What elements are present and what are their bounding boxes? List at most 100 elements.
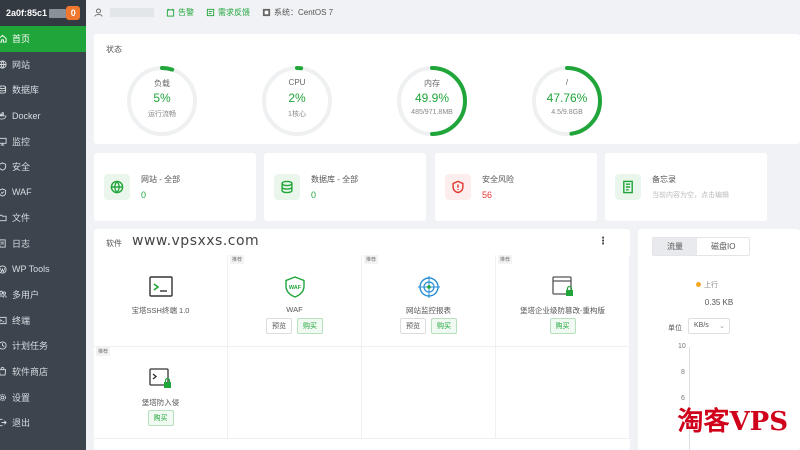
monitor-icon — [0, 137, 7, 146]
feedback-icon — [206, 8, 215, 16]
status-title: 状态 — [106, 45, 122, 54]
sidebar: 2a0f:85c1 0 首页网站数据库 Docker 监控安全 WAF 文件 日志 WP T… — [0, 0, 86, 450]
software-name: WAF — [286, 305, 303, 314]
info-card-title: 网站 - 全部 — [141, 175, 181, 184]
status-gauge[interactable]: 内存 49.9% 485/971.8MB — [395, 64, 469, 138]
user-icon — [94, 8, 103, 17]
software-cell[interactable]: 推荐 网站监控报表 预览 购买 — [362, 255, 496, 347]
info-card-value: 0 — [141, 190, 147, 200]
feedback-link[interactable]: 需求反馈 — [206, 7, 250, 18]
sidebar-item-label: 首页 — [12, 34, 31, 45]
sidebar-item-label: 数据库 — [12, 85, 40, 96]
gauge-value: 49.9% — [414, 91, 450, 105]
sidebar-item[interactable]: Docker — [0, 103, 86, 129]
sidebar-item[interactable]: 计划任务 — [0, 333, 86, 359]
software-grid: 宝塔SSH终端 1.0 推荐 WAF WAF 预览 购买 推荐 网站监控报表 预览 购买 推荐 堡塔企… — [94, 255, 630, 450]
sidebar-item[interactable]: WP Tools — [0, 256, 86, 282]
gauge-label: 内存 — [424, 79, 440, 88]
upload-rate: 0.35 KB — [704, 298, 734, 307]
system-icon — [262, 8, 271, 16]
gauge-sub: 485/971.8MB — [411, 109, 453, 116]
software-cell[interactable]: 推荐 WAF WAF 预览 购买 — [228, 255, 362, 347]
sidebar-item[interactable]: 首页 — [0, 26, 86, 52]
globe-icon — [0, 60, 7, 69]
software-name: 网站监控报表 — [406, 306, 451, 315]
terminal-icon — [148, 275, 173, 299]
software-actions: 预览 购买 — [228, 318, 361, 334]
software-cell[interactable]: 推荐堡塔企业级防篡改-重构版购买 — [496, 255, 630, 347]
software-cell[interactable]: 推荐 堡塔防入侵 购买 — [94, 347, 228, 439]
store-icon — [0, 367, 7, 376]
preview-button[interactable]: 预览 — [266, 318, 292, 334]
software-name: 堡塔企业级防篡改-重构版 — [520, 306, 605, 315]
alarm-link[interactable]: 告警 — [166, 7, 194, 18]
gauge-label: / — [565, 78, 569, 87]
info-card-value: 0 — [311, 190, 317, 200]
more-menu-icon[interactable]: ⋮ — [598, 236, 608, 247]
unit-value: KB/s — [694, 322, 709, 329]
globe-icon — [104, 174, 130, 200]
preview-button[interactable]: 预览 — [400, 318, 426, 334]
software-cell[interactable]: 宝塔SSH终端 1.0 — [94, 255, 228, 347]
tab-disk-io[interactable]: 磁盘IO — [697, 238, 749, 255]
tab-traffic[interactable]: 流量 — [653, 238, 697, 255]
sidebar-item[interactable]: 多用户 — [0, 282, 86, 308]
memo-icon — [615, 174, 641, 200]
terminal-icon — [0, 316, 7, 325]
sidebar-item[interactable]: 安全 — [0, 154, 86, 180]
sidebar-item-label: WAF — [12, 187, 32, 198]
gauge-sub: 运行流畅 — [148, 111, 176, 118]
redacted-block — [49, 8, 67, 18]
sidebar-item[interactable]: 终端 — [0, 308, 86, 334]
gear-icon — [0, 393, 7, 402]
sidebar-item[interactable]: 软件商店 — [0, 359, 86, 385]
sidebar-item[interactable]: 日志 — [0, 231, 86, 257]
sidebar-item-label: 网站 — [12, 59, 31, 70]
intrusion-icon — [148, 367, 173, 391]
info-card-title: 安全风险 — [482, 175, 514, 184]
notification-badge[interactable]: 0 — [66, 6, 80, 20]
sidebar-item[interactable]: 网站 — [0, 52, 86, 78]
sidebar-item[interactable]: 监控 — [0, 128, 86, 154]
redacted-username — [110, 7, 154, 17]
waf-icon — [0, 188, 7, 197]
topbar: 告警 需求反馈 系统：CentOS 7 — [94, 0, 800, 24]
status-gauge[interactable]: CPU 2% 1核心 — [260, 64, 334, 138]
sidebar-item[interactable]: 文件 — [0, 205, 86, 231]
sidebar-item[interactable]: 退出 — [0, 410, 86, 436]
recommend-tag: 推荐 — [498, 255, 513, 264]
software-actions: 购买 — [94, 410, 227, 426]
gauge-label: 负载 — [154, 79, 170, 88]
sidebar-item[interactable]: 数据库 — [0, 77, 86, 103]
gauge-sub: 1核心 — [288, 111, 306, 118]
upload-legend-label[interactable]: 上行 — [704, 280, 718, 290]
sidebar-item-label: Docker — [12, 110, 41, 121]
docker-icon — [0, 111, 7, 120]
upload-legend-dot — [696, 282, 701, 287]
info-card[interactable]: 数据库 - 全部 0 — [264, 153, 426, 221]
status-gauge[interactable]: 负载 5% 运行流畅 — [125, 64, 199, 138]
info-card[interactable]: 安全风险 56 — [435, 153, 597, 221]
sidebar-item[interactable]: WAF — [0, 180, 86, 206]
buy-button[interactable]: 购买 — [549, 318, 576, 334]
info-card[interactable]: 网站 - 全部 0 — [94, 153, 256, 221]
unit-label: 单位 — [668, 325, 682, 332]
sidebar-item[interactable]: 设置 — [0, 384, 86, 410]
status-gauge[interactable]: / 47.76% 4.5/9.8GB — [530, 64, 604, 138]
info-card[interactable]: 备忘录 当前内容为空，点击编辑 — [605, 153, 767, 221]
buy-button[interactable]: 购买 — [431, 318, 457, 334]
buy-button[interactable]: 购买 — [297, 318, 323, 334]
sidebar-item-label: 退出 — [12, 418, 31, 429]
clock-icon — [0, 341, 7, 350]
sidebar-item-label: 软件商店 — [12, 367, 49, 378]
info-card-value: 56 — [482, 190, 493, 200]
alarm-icon — [166, 8, 175, 17]
buy-button[interactable]: 购买 — [147, 410, 174, 426]
tamper-proof-icon — [551, 275, 575, 299]
sidebar-item-label: 监控 — [12, 136, 31, 147]
brand: 2a0f:85c1 0 — [0, 0, 86, 26]
unit-select[interactable]: KB/s ⌄ — [688, 318, 730, 334]
user-info[interactable] — [94, 7, 154, 17]
database-icon — [0, 85, 7, 95]
software-name: 宝塔SSH终端 1.0 — [131, 306, 190, 315]
